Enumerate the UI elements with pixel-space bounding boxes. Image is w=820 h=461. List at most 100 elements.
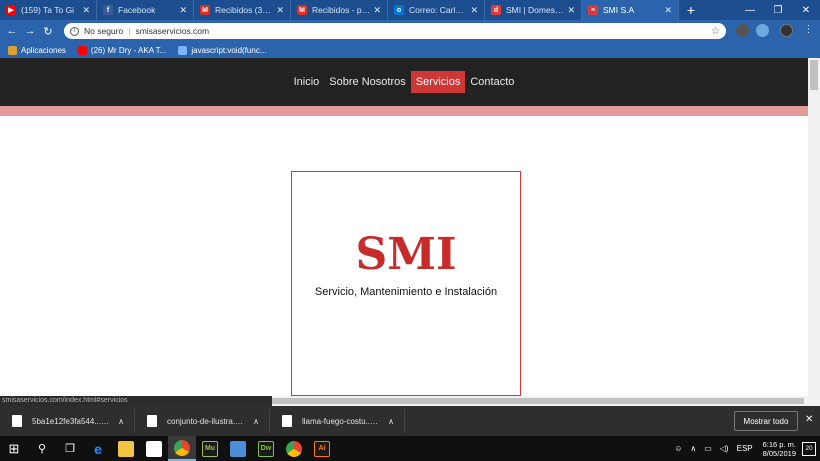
maximize-icon[interactable]: ❐ [764, 0, 792, 20]
gmail-icon: M [200, 5, 210, 15]
chrome-icon [286, 440, 302, 457]
bookmark-item[interactable]: Aplicaciones [8, 45, 66, 55]
bookmark-item[interactable]: javascript:void(func... [178, 45, 267, 55]
chrome-taskbar-button[interactable] [168, 436, 196, 461]
nav-link-contacto[interactable]: Contacto [465, 71, 519, 93]
bookmarks-bar: Aplicaciones (26) Mr Dry - AKA T... javasc… [0, 42, 820, 58]
bookmark-label: javascript:void(func... [191, 45, 267, 55]
close-tab-icon[interactable]: ✕ [664, 5, 672, 16]
volume-icon[interactable]: ◁) [720, 444, 729, 453]
browser-toolbar: ← → ↻ i No seguro | smisaservicios.com ☆… [0, 20, 820, 42]
scrollbar-thumb[interactable] [810, 60, 818, 90]
close-tab-icon[interactable]: ✕ [276, 5, 284, 16]
bookmark-star-icon[interactable]: ☆ [711, 26, 720, 37]
status-url: smisaservicios.com/index.html#servicios [0, 396, 272, 406]
download-item[interactable]: 5ba1e12fe3fa544....png ∧ [0, 409, 135, 433]
close-window-icon[interactable]: ✕ [792, 0, 820, 20]
mail-taskbar-button[interactable] [224, 436, 252, 461]
muse-taskbar-button[interactable]: Mu [196, 436, 224, 461]
clock[interactable]: 6:16 p. m. 8/05/2019 [763, 440, 796, 458]
close-tab-icon[interactable]: ✕ [470, 5, 478, 16]
profile-avatar[interactable] [780, 24, 793, 37]
window-controls: — ❐ ✕ [736, 0, 820, 20]
back-icon[interactable]: ← [3, 22, 21, 40]
search-icon[interactable]: ⚲ [28, 436, 56, 461]
chevron-up-icon[interactable]: ∧ [690, 444, 696, 453]
youtube-icon [77, 45, 87, 55]
windows-start-icon[interactable]: ⊞ [0, 436, 28, 461]
tab-title: Recibidos - propu [312, 5, 370, 15]
browser-tab[interactable]: M Recibidos - propu✕ [291, 0, 388, 20]
downloads-shelf: 5ba1e12fe3fa544....png ∧ conjunto-de-ilust… [0, 406, 820, 436]
bookmark-label: (26) Mr Dry - AKA T... [90, 45, 167, 55]
close-tab-icon[interactable]: ✕ [179, 5, 187, 16]
extension-icon[interactable] [756, 24, 769, 37]
zip-icon [147, 415, 157, 427]
menu-icon[interactable]: ⋮ [802, 24, 815, 37]
network-icon[interactable]: ▭ [704, 444, 712, 453]
minimize-icon[interactable]: — [736, 0, 764, 20]
close-tab-icon[interactable]: ✕ [373, 5, 381, 16]
new-tab-icon[interactable]: + [679, 0, 703, 20]
tab-title: Facebook [118, 5, 156, 15]
browser-tab-strip: ▶ (159) Ta To Gi ✕ f Facebook ✕ M Recibidos (34… [0, 0, 820, 20]
nav-link-servicios[interactable]: Servicios [410, 71, 466, 93]
windows-taskbar: ⊞ ⚲ ❒ e Mu Dw Ai ☺ ∧ ▭ ◁) ESP 6:16 p. m. 8/… [0, 436, 820, 461]
bookmark-item[interactable]: (26) Mr Dry - AKA T... [77, 45, 167, 55]
close-icon[interactable]: ✕ [805, 414, 813, 425]
close-tab-icon[interactable]: ✕ [82, 5, 90, 16]
chevron-up-icon[interactable]: ∧ [253, 417, 259, 426]
dreamweaver-taskbar-button[interactable]: Dw [252, 436, 280, 461]
illustrator-taskbar-button[interactable]: Ai [308, 436, 336, 461]
file-explorer-taskbar-button[interactable] [112, 436, 140, 461]
language-indicator[interactable]: ESP [737, 444, 753, 453]
store-taskbar-button[interactable] [140, 436, 168, 461]
browser-tab[interactable]: f Facebook ✕ [97, 0, 194, 20]
download-item[interactable]: conjunto-de-ilustra....zip ∧ [135, 409, 270, 433]
address-bar[interactable]: i No seguro | smisaservicios.com ☆ [64, 23, 726, 39]
notification-center-icon[interactable]: 20 [802, 441, 816, 456]
browser-tab[interactable]: d SMI | Domestika ✕ [485, 0, 582, 20]
illustrator-icon: Ai [314, 440, 330, 457]
file-explorer-icon [118, 440, 134, 457]
chevron-up-icon[interactable]: ∧ [388, 417, 394, 426]
browser-tab[interactable]: M Recibidos (346) - ✕ [194, 0, 291, 20]
tab-title: (159) Ta To Gi [21, 5, 75, 15]
chrome-taskbar-button[interactable] [280, 436, 308, 461]
chevron-up-icon[interactable]: ∧ [118, 417, 124, 426]
browser-tab[interactable]: o Correo: Carlos vel✕ [388, 0, 485, 20]
clock-time: 6:16 p. m. [762, 439, 796, 449]
apps-icon [8, 45, 17, 55]
edge-icon: e [94, 440, 102, 457]
edge-taskbar-button[interactable]: e [84, 436, 112, 461]
system-tray: ☺ ∧ ▭ ◁) ESP 6:16 p. m. 8/05/2019 20 [670, 436, 816, 461]
chrome-icon [174, 439, 190, 456]
bookmark-label: Aplicaciones [21, 45, 66, 55]
info-icon[interactable]: i [70, 26, 79, 36]
close-tab-icon[interactable]: ✕ [567, 5, 575, 16]
download-item[interactable]: llama-fuego-costu....jpg ∧ [270, 409, 405, 433]
show-all-button[interactable]: Mostrar todo [734, 411, 798, 431]
reload-icon[interactable]: ↻ [39, 22, 57, 40]
address-separator: | [128, 26, 131, 36]
domestika-icon: d [491, 5, 501, 15]
facebook-icon: f [103, 5, 113, 15]
header-band [0, 106, 808, 116]
browser-tab[interactable]: ▶ (159) Ta To Gi ✕ [0, 0, 97, 20]
gmail-icon: M [297, 5, 307, 15]
tab-title: SMI S.A [603, 5, 635, 15]
nav-link-inicio[interactable]: Inicio [289, 71, 325, 93]
extension-icon[interactable] [736, 24, 749, 37]
smi-logo-card: SMI Servicio, Mantenimiento e Instalació… [291, 171, 521, 396]
dreamweaver-icon: Dw [258, 440, 274, 457]
vertical-scrollbar[interactable] [808, 58, 820, 396]
outlook-icon: o [394, 5, 404, 15]
browser-tab[interactable]: ≡ SMI S.A ✕ [582, 0, 679, 20]
nav-link-sobre-nosotros[interactable]: Sobre Nosotros [324, 71, 410, 93]
download-filename: 5ba1e12fe3fa544....png [32, 416, 111, 426]
people-icon[interactable]: ☺ [674, 444, 682, 453]
globe-icon [178, 45, 188, 55]
smi-icon: ≡ [588, 5, 598, 15]
forward-icon[interactable]: → [21, 22, 39, 40]
task-view-icon[interactable]: ❒ [56, 436, 84, 461]
